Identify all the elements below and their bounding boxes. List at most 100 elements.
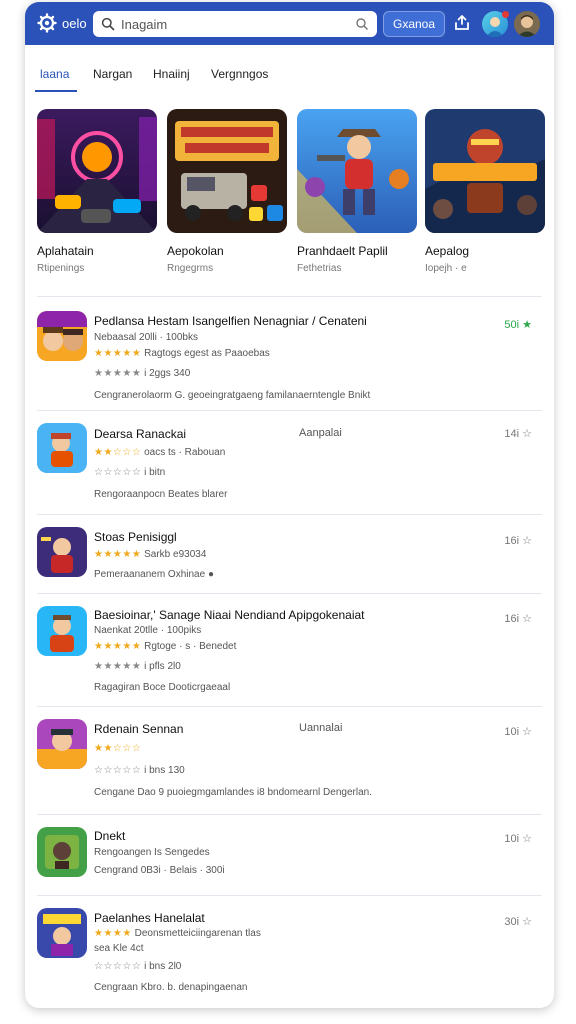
list-item[interactable]: Paelanhes Hanelalat ★★★★ Deonsmetteiciin…	[37, 895, 542, 1005]
app-score: 10i ☆	[504, 726, 532, 738]
app-score: 10i ☆	[504, 833, 532, 845]
featured-subtitle: Fethetrias	[297, 263, 342, 274]
app-meta: Naenkat 20tlle · 100piks	[94, 625, 202, 636]
search-icon	[101, 17, 115, 31]
app-stats-line: ☆☆☆☆☆ i bitn	[94, 467, 165, 478]
app-rating-line: ★★★★ Deonsmetteiciingarenan tlas	[94, 928, 261, 939]
app-description: Rengoraanpocn Beates blarer	[94, 489, 228, 500]
avatar-portrait-icon	[514, 11, 540, 37]
gear-logo-icon	[37, 13, 57, 33]
featured-subtitle: Rtipenings	[37, 263, 85, 274]
logo[interactable]: oelo	[37, 13, 87, 33]
featured-title: Aplahatain	[37, 244, 94, 258]
active-tab-indicator	[35, 90, 77, 92]
app-stats: i bns 130	[144, 765, 185, 776]
app-title: Dnekt	[94, 829, 126, 843]
star-rating-icon: ☆☆☆☆☆	[94, 961, 142, 972]
app-icon	[37, 827, 87, 877]
app-icon	[37, 908, 87, 958]
list-item[interactable]: Dnekt Rengoangen Is Sengedes Cengrand 0B…	[37, 814, 542, 895]
app-score: 16i ☆	[504, 535, 532, 547]
app-tags: Ragtogs egest as Paaoebas	[144, 348, 270, 359]
app-description: Cengraan Kbro. b. denapingaenan	[94, 982, 248, 993]
app-icon	[37, 423, 87, 473]
app-stats-line: ★★★★★ i 2ggs 340	[94, 368, 190, 379]
featured-title: Aepokolan	[167, 244, 224, 258]
app-title: Pedlansa Hestam Isangelfien Nenagniar / …	[94, 314, 367, 328]
tab-laana[interactable]: laana	[40, 67, 69, 81]
list-item[interactable]: Rdenain Sennan Uannalai ★★☆☆☆ ☆☆☆☆☆ i bn…	[37, 706, 542, 814]
search-glass-icon[interactable]	[355, 17, 369, 31]
app-score: 14i ☆	[504, 428, 532, 440]
app-meta: Rengoangen Is Sengedes	[94, 847, 210, 858]
app-title: Baesioinar,' Sanage Niaai Nendiand Apipg…	[94, 608, 365, 622]
app-rating-line: ★★☆☆☆ oacs ts · Rabouan	[94, 447, 225, 458]
app-icon	[37, 311, 87, 361]
notification-badge	[502, 11, 509, 18]
app-stats-line: ☆☆☆☆☆ i bns 2l0	[94, 961, 181, 972]
app-stats-line: ☆☆☆☆☆ i bns 130	[94, 765, 185, 776]
star-rating-icon: ☆☆☆☆☆	[94, 467, 142, 478]
app-title: Paelanhes Hanelalat	[94, 911, 205, 925]
search-box[interactable]	[93, 11, 377, 37]
share-icon[interactable]	[453, 14, 471, 32]
app-rating-line: ★★★★★ Sarkb e93034	[94, 549, 206, 560]
featured-card[interactable]: Aepalog Iopejh · e	[425, 109, 545, 274]
star-rating-icon: ★★★★★	[94, 368, 142, 379]
app-description: Pemeraananem Oxhinae ●	[94, 569, 214, 580]
app-score: 50i ★	[504, 319, 532, 331]
app-description: Ragagiran Boce Dooticrgaeaal	[94, 682, 231, 693]
tab-nargan[interactable]: Nargan	[93, 67, 132, 81]
top-bar: oelo Gxanoa	[25, 2, 554, 45]
featured-title: Aepalog	[425, 244, 470, 258]
featured-thumbnail-4	[425, 109, 545, 233]
app-extra: sea Kle 4ct	[94, 943, 144, 954]
featured-thumbnail-1	[37, 109, 157, 233]
app-description: Cengane Dao 9 puoiegmgamlandes i8 bndome…	[94, 787, 372, 798]
featured-card[interactable]: Aepokolan Rngegrms	[167, 109, 287, 274]
featured-card[interactable]: Pranhdaelt Paplil Fethetrias	[297, 109, 417, 274]
featured-title: Pranhdaelt Paplil	[297, 244, 388, 258]
app-title: Rdenain Sennan	[94, 722, 184, 736]
app-icon	[37, 606, 87, 656]
star-rating-icon: ★★★★★	[94, 348, 142, 359]
app-score: 30i ☆	[504, 916, 532, 928]
app-tags: Sarkb e93034	[144, 549, 207, 560]
search-input[interactable]	[121, 16, 349, 32]
app-stats: i bns 2l0	[144, 961, 182, 972]
list-item[interactable]: Pedlansa Hestam Isangelfien Nenagniar / …	[37, 296, 542, 410]
tab-vergnngos[interactable]: Vergnngos	[211, 67, 268, 81]
app-icon	[37, 719, 87, 769]
featured-subtitle: Rngegrms	[167, 263, 214, 274]
search-button[interactable]: Gxanoa	[383, 11, 445, 37]
logo-text: oelo	[62, 15, 87, 31]
featured-card[interactable]: Aplahatain Rtipenings	[37, 109, 157, 274]
tab-hnaiinj[interactable]: Hnaiinj	[153, 67, 190, 81]
app-rating-line: ★★★★★ Ragtogs egest as Paaoebas	[94, 348, 270, 359]
app-score: 16i ☆	[504, 613, 532, 625]
app-stats: i 2ggs 340	[144, 368, 191, 379]
star-rating-icon: ★★★★★	[94, 549, 142, 560]
app-tags: Deonsmetteiciingarenan tlas	[134, 928, 261, 939]
list-item[interactable]: Baesioinar,' Sanage Niaai Nendiand Apipg…	[37, 593, 542, 706]
featured-subtitle: Iopejh · e	[425, 263, 467, 274]
star-rating-icon: ★★☆☆☆	[94, 447, 142, 458]
user-avatar[interactable]	[514, 11, 540, 37]
star-rating-icon: ☆☆☆☆☆	[94, 765, 142, 776]
app-rating-line: ★★★★★ Rgtoge · s · Benedet	[94, 641, 236, 652]
app-stats: Cengrand 0B3i · Belais · 300i	[94, 865, 225, 876]
app-stats-line: ★★★★★ i pfls 2l0	[94, 661, 181, 672]
app-description: Cengranerolaorm G. geoeingratgaeng famil…	[94, 390, 371, 401]
star-rating-icon: ★★★★★	[94, 661, 142, 672]
featured-thumbnail-2	[167, 109, 287, 233]
app-window: oelo Gxanoa	[25, 2, 554, 1008]
list-item[interactable]: Dearsa Ranackai Aanpalai ★★☆☆☆ oacs ts ·…	[37, 410, 542, 514]
app-stats: i pfls 2l0	[144, 661, 181, 672]
app-icon	[37, 527, 87, 577]
app-title: Dearsa Ranackai	[94, 427, 187, 441]
list-item[interactable]: Stoas Penisiggl ★★★★★ Sarkb e93034 Pemer…	[37, 514, 542, 593]
app-tags: oacs ts · Rabouan	[144, 447, 226, 458]
star-rating-icon: ★★☆☆☆	[94, 743, 142, 754]
category-tabs: laana Nargan Hnaiinj Vergnngos	[35, 45, 544, 95]
app-tags: Rgtoge · s · Benedet	[144, 641, 237, 652]
